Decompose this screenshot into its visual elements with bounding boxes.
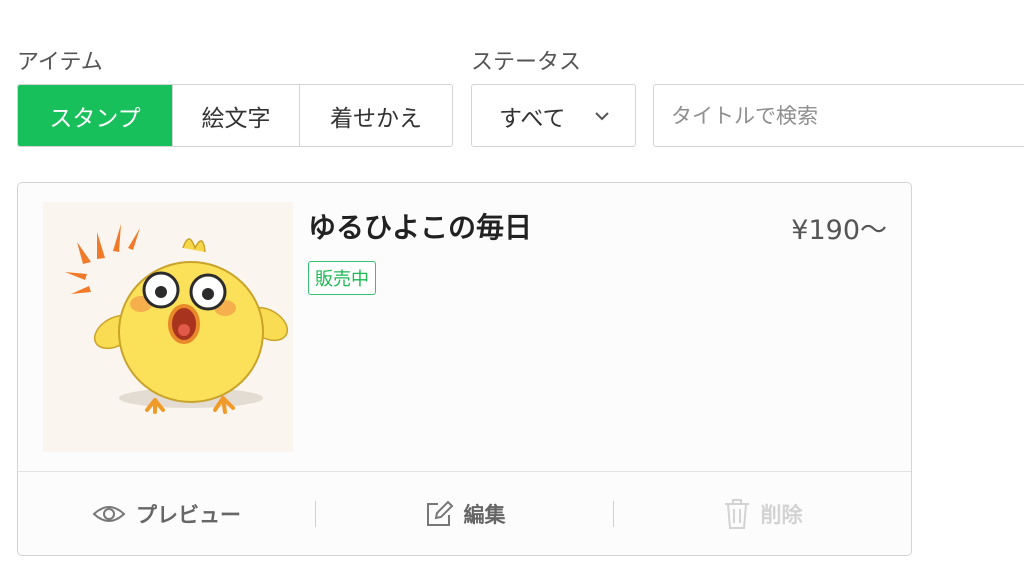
tab-theme[interactable]: 着せかえ <box>300 85 452 146</box>
search-input[interactable] <box>653 84 1024 147</box>
edit-icon <box>426 500 453 526</box>
sticker-card: ゆるひよこの毎日 ¥190〜 販売中 プレビュー 編集 削除 <box>17 182 912 556</box>
chevron-down-icon <box>595 112 609 121</box>
preview-label: プレビュー <box>136 502 241 527</box>
edit-label: 編集 <box>463 502 506 527</box>
sticker-price: ¥190〜 <box>791 215 887 246</box>
sticker-thumbnail[interactable] <box>43 202 293 452</box>
preview-button[interactable]: プレビュー <box>18 472 315 555</box>
trash-icon <box>724 498 749 529</box>
sticker-title: ゆるひよこの毎日 <box>308 211 533 244</box>
eye-icon <box>92 505 126 522</box>
delete-label: 削除 <box>760 502 803 527</box>
edit-button[interactable]: 編集 <box>316 472 613 555</box>
delete-button[interactable]: 削除 <box>614 472 911 555</box>
item-filter-label: アイテム <box>17 50 103 75</box>
status-select[interactable]: すべて <box>471 84 636 147</box>
status-filter-label: ステータス <box>471 50 582 75</box>
status-select-value: すべて <box>499 105 566 132</box>
tab-emoji[interactable]: 絵文字 <box>173 85 300 146</box>
card-actions: プレビュー 編集 削除 <box>18 471 911 555</box>
item-type-tabs: スタンプ 絵文字 着せかえ <box>17 84 453 147</box>
tab-stamp[interactable]: スタンプ <box>18 85 173 146</box>
status-badge: 販売中 <box>308 261 376 295</box>
chick-sticker-illustration <box>65 224 289 414</box>
